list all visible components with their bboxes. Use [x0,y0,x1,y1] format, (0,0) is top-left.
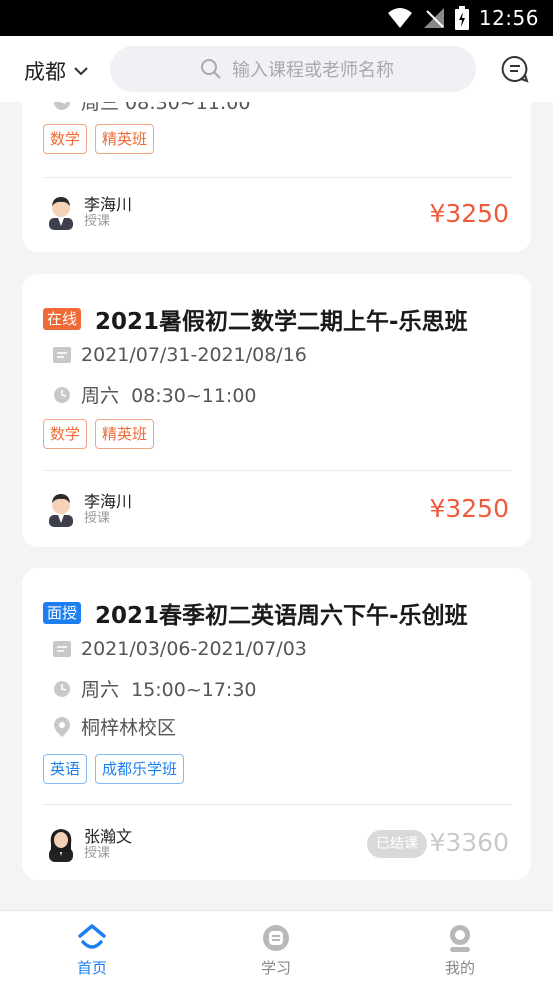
schedule-row: 周三 08:30~11:00 [53,102,250,115]
location-text: 桐梓林校区 [81,717,177,739]
clock-icon [53,386,71,404]
tab-home-label: 首页 [76,959,107,977]
search-input[interactable]: 输入课程或老师名称 [110,46,476,92]
search-placeholder: 输入课程或老师名称 [232,60,394,81]
status-badge: 已结课 [367,830,427,858]
date-row: 2021/07/31-2021/08/16 [53,344,307,366]
divider [43,470,512,471]
divider [43,804,512,805]
calendar-icon [53,346,71,364]
bottom-tab-bar: 首页 学习 我的 [0,910,553,984]
top-header: 成都 输入课程或老师名称 [0,36,553,102]
schedule-text: 周三 08:30~11:00 [81,102,251,114]
date-range: 2021/03/06-2021/07/03 [81,638,307,660]
teacher-role: 授课 [84,510,111,526]
clock-icon [53,102,71,111]
status-time: 12:56 [478,6,539,30]
chevron-down-icon [74,67,88,76]
location-row: 桐梓林校区 [53,713,176,740]
teacher-avatar [49,197,73,230]
location-pin-icon [53,716,71,737]
search-icon [201,59,221,79]
schedule-text: 周六 08:30~11:00 [81,385,257,407]
tab-study-label: 学习 [260,959,291,977]
city-selector[interactable]: 成都 [24,56,88,86]
course-list[interactable]: 周三 08:30~11:00 数学 精英班 李海川 授课 ¥3250 在线 20… [0,102,553,910]
course-title-row: 在线 2021暑假初二数学二期上午-乐思班 [43,302,468,336]
teacher-info: 张瀚文 授课 [46,826,132,862]
schedule-row: 周六 08:30~11:00 [53,381,257,408]
schedule-row: 周六 15:00~17:30 [53,675,257,702]
date-row: 2021/03/06-2021/07/03 [53,638,307,660]
tag-list: 数学 精英班 [43,124,155,154]
tag-list: 英语 成都乐学班 [43,754,185,784]
calendar-icon [53,640,71,658]
home-icon [78,924,106,949]
course-title-row: 面授 2021春季初二英语周六下午-乐创班 [43,596,468,630]
class-type-tag: 精英班 [95,124,155,154]
no-signal-icon [423,8,444,28]
subject-tag: 英语 [43,754,88,784]
date-range: 2021/07/31-2021/08/16 [81,344,307,366]
status-icons: 12:56 [387,6,539,30]
mode-badge: 面授 [43,602,82,624]
city-label: 成都 [24,60,66,84]
teacher-role: 授课 [84,845,111,861]
study-icon [263,925,289,951]
course-card[interactable]: 面授 2021春季初二英语周六下午-乐创班 2021/03/06-2021/07… [22,568,531,880]
teacher-avatar [49,494,73,527]
teacher-avatar [49,829,73,862]
teacher-name: 李海川 [84,194,133,214]
user-icon [450,925,470,952]
tab-mine-label: 我的 [444,959,475,977]
subject-tag: 数学 [43,124,88,154]
teacher-info: 李海川 授课 [46,491,132,527]
course-card[interactable]: 周三 08:30~11:00 数学 精英班 李海川 授课 ¥3250 [22,102,531,252]
course-price: ¥3250 [429,199,509,228]
divider [43,177,512,178]
teacher-name: 张瀚文 [84,826,133,846]
teacher-role: 授课 [84,213,111,229]
course-title: 2021春季初二英语周六下午-乐创班 [95,603,468,629]
mode-badge: 在线 [43,308,82,330]
tag-list: 数学 精英班 [43,419,155,449]
battery-charging-icon [454,6,469,30]
message-icon[interactable] [501,55,529,83]
class-type-tag: 成都乐学班 [95,754,185,784]
tab-mine[interactable]: 我的 [420,921,500,978]
tab-home[interactable]: 首页 [52,921,132,978]
subject-tag: 数学 [43,419,88,449]
tab-study[interactable]: 学习 [236,921,316,978]
schedule-text: 周六 15:00~17:30 [81,679,257,701]
wifi-icon [387,8,412,28]
course-card[interactable]: 在线 2021暑假初二数学二期上午-乐思班 2021/07/31-2021/08… [22,274,531,547]
clock-icon [53,680,71,698]
course-price: ¥3360 [429,828,509,857]
course-price: ¥3250 [429,494,509,523]
teacher-info: 李海川 授课 [46,194,132,230]
status-bar: 12:56 [0,0,553,36]
course-title: 2021暑假初二数学二期上午-乐思班 [95,309,468,335]
class-type-tag: 精英班 [95,419,155,449]
teacher-name: 李海川 [84,491,133,511]
